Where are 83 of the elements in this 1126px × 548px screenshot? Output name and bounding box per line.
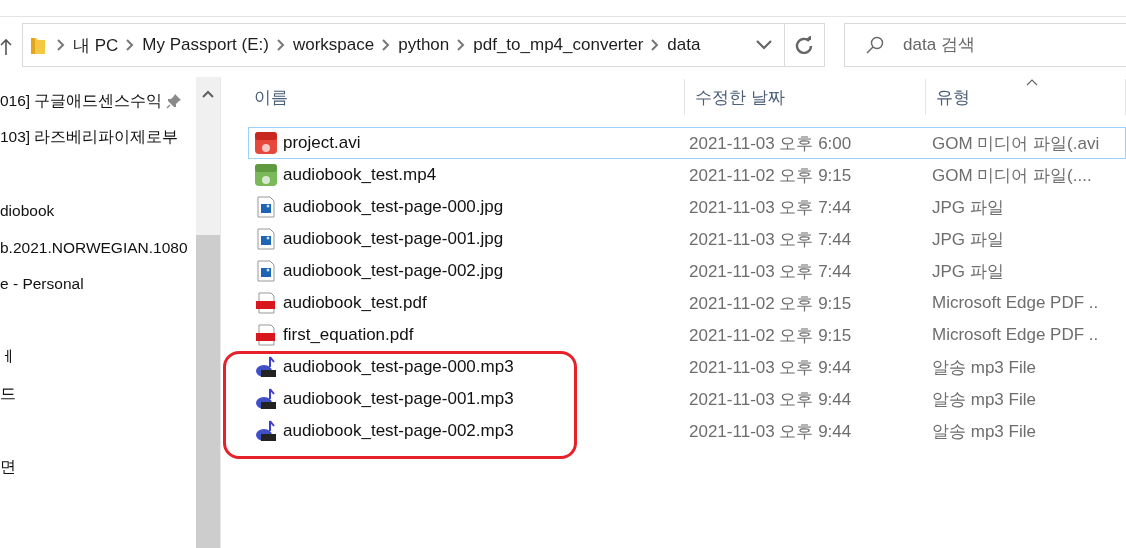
date-cell-text: 2021-11-02 오후 9:15 [688, 292, 853, 315]
dropdown-chevron-icon[interactable] [755, 40, 772, 50]
file-icon [255, 196, 277, 218]
type-cell-text: 알송 mp3 File [931, 356, 1037, 379]
sidebar-item[interactable]: 드 [0, 383, 16, 405]
date-cell-text: 2021-11-03 오후 9:44 [688, 420, 853, 443]
column-header[interactable]: 이름 [221, 79, 685, 115]
file-name: audiobook_test.mp4 [283, 165, 437, 185]
up-arrow-icon[interactable] [0, 38, 12, 56]
file-icon [255, 260, 277, 282]
refresh-button[interactable] [784, 23, 825, 67]
type-cell-text: 알송 mp3 File [931, 388, 1037, 411]
sidebar-item[interactable]: 016] 구글애드센스수익 [0, 90, 163, 112]
file-name: project.avi [283, 133, 361, 153]
scrollbar[interactable] [196, 77, 221, 548]
date-cell-text: 2021-11-03 오후 7:44 [688, 196, 853, 219]
date-cell-text: 2021-11-02 오후 9:15 [688, 164, 853, 187]
file-name: audiobook_test-page-001.mp3 [283, 389, 514, 409]
column-header[interactable]: 수정한 날짜 [685, 79, 926, 115]
file-name: audiobook_test-page-002.mp3 [283, 421, 514, 441]
sidebar-item[interactable]: 면 [0, 456, 16, 478]
file-icon [255, 132, 277, 154]
file-row[interactable]: first_equation.pdf 2021-11-02 오후 9:15 Microsoft Edge PDF .. [248, 319, 1126, 351]
breadcrumb-item[interactable]: data [659, 35, 709, 55]
chevron-icon [457, 39, 466, 51]
breadcrumb-item[interactable]: workspace [284, 35, 383, 55]
file-icon [255, 420, 277, 442]
file-name: audiobook_test-page-000.jpg [283, 197, 504, 217]
refresh-icon [795, 36, 814, 54]
type-cell-text: 알송 mp3 File [931, 420, 1037, 443]
breadcrumb-item[interactable]: My Passport (E:) [134, 35, 277, 55]
sidebar-item[interactable]: b.2021.NORWEGIAN.1080 [0, 238, 188, 257]
file-icon [255, 292, 277, 314]
file-name: audiobook_test-page-002.jpg [283, 261, 504, 281]
sidebar-item[interactable]: diobook [0, 202, 55, 221]
chevron-icon [651, 39, 660, 51]
file-name: audiobook_test-page-001.jpg [283, 229, 504, 249]
file-icon [255, 356, 277, 378]
type-cell-text: GOM 미디어 파일(.... [931, 164, 1093, 187]
sort-caret-icon [1026, 79, 1038, 86]
file-name: audiobook_test-page-000.mp3 [283, 357, 514, 377]
breadcrumb-item[interactable]: pdf_to_mp4_converter [465, 35, 652, 55]
search-icon [866, 36, 884, 54]
date-cell-text: 2021-11-03 오후 9:44 [688, 388, 853, 411]
file-icon [255, 228, 277, 250]
sidebar-item[interactable]: ㅔ [0, 346, 16, 368]
type-cell-text: Microsoft Edge PDF .. [931, 325, 1100, 345]
breadcrumb-item[interactable]: 내 PC [65, 33, 127, 57]
file-row[interactable]: audiobook_test.pdf 2021-11-02 오후 9:15 Microsoft Edge PDF .. [248, 287, 1126, 319]
date-cell-text: 2021-11-03 오후 6:00 [688, 132, 853, 155]
date-cell-text: 2021-11-02 오후 9:15 [688, 324, 853, 347]
date-cell-text: 2021-11-03 오후 7:44 [688, 260, 853, 283]
folder-icon [31, 36, 45, 54]
breadcrumb-item[interactable]: python [390, 35, 458, 55]
file-row[interactable]: audiobook_test-page-000.mp3 2021-11-03 오후 9:44 알송 mp3 File [248, 351, 1126, 383]
type-cell-text: JPG 파일 [931, 196, 1005, 219]
type-cell-text: Microsoft Edge PDF .. [931, 293, 1100, 313]
file-row[interactable]: audiobook_test-page-001.mp3 2021-11-03 오후 9:44 알송 mp3 File [248, 383, 1126, 415]
file-row[interactable]: audiobook_test-page-002.mp3 2021-11-03 오후 9:44 알송 mp3 File [248, 415, 1126, 447]
file-row[interactable]: audiobook_test-page-002.jpg 2021-11-03 오후 7:44 JPG 파일 [248, 255, 1126, 287]
sidebar-item[interactable]: 103] 라즈베리파이제로부 [0, 127, 179, 149]
chevron-icon [126, 39, 135, 51]
type-cell-text: JPG 파일 [931, 228, 1005, 251]
sidebar-item[interactable]: e - Personal [0, 275, 84, 294]
chevron-icon [276, 39, 285, 51]
file-icon [255, 164, 277, 186]
file-row[interactable]: audiobook_test-page-001.jpg 2021-11-03 오후 7:44 JPG 파일 [248, 223, 1126, 255]
type-cell-text: JPG 파일 [931, 260, 1005, 283]
chevron-icon [57, 39, 65, 51]
date-cell-text: 2021-11-03 오후 7:44 [688, 228, 853, 251]
file-row[interactable]: project.avi 2021-11-03 오후 6:00 GOM 미디어 파일(.avi [248, 127, 1126, 159]
file-icon [255, 324, 277, 346]
date-cell-text: 2021-11-03 오후 9:44 [688, 356, 853, 379]
file-row[interactable]: audiobook_test-page-000.jpg 2021-11-03 오후 7:44 JPG 파일 [248, 191, 1126, 223]
type-cell-text: GOM 미디어 파일(.avi [931, 132, 1101, 155]
file-name: first_equation.pdf [283, 325, 414, 345]
column-header[interactable]: 유형 [926, 79, 1126, 115]
file-icon [255, 388, 277, 410]
file-row[interactable]: audiobook_test.mp4 2021-11-02 오후 9:15 GOM 미디어 파일(.... [248, 159, 1126, 191]
search-field[interactable]: data 검색 [844, 23, 1126, 67]
file-name: audiobook_test.pdf [283, 293, 427, 313]
chevron-icon [382, 39, 391, 51]
scrollbar-thumb[interactable] [196, 235, 220, 548]
